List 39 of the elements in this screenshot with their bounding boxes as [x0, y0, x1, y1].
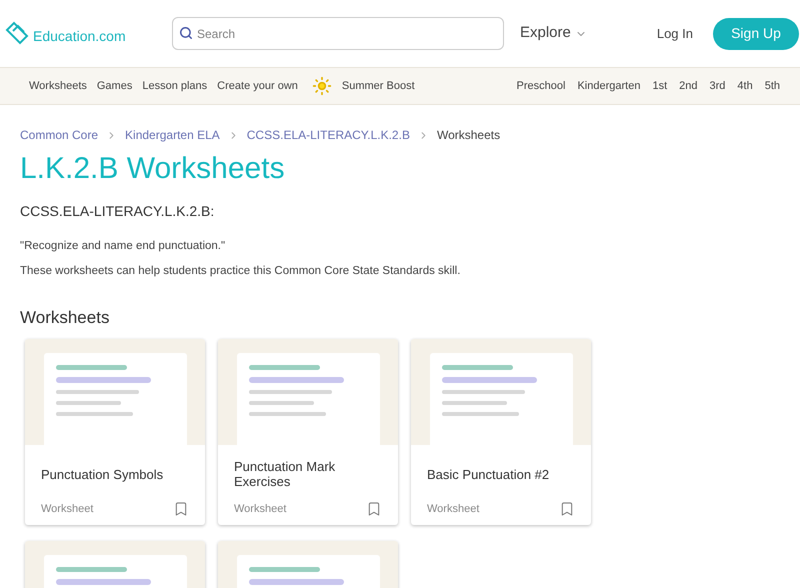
- breadcrumb-link[interactable]: CCSS.ELA-LITERACY.L.K.2.B: [246, 126, 410, 144]
- worksheet-type: Worksheet: [427, 502, 480, 516]
- search-icon: [179, 26, 193, 40]
- breadcrumb-link[interactable]: Common Core: [20, 126, 98, 144]
- nav-link[interactable]: Create your own: [217, 78, 298, 94]
- paperclip-logo-icon: [5, 20, 31, 46]
- worksheet-card[interactable]: Punctuation Mark Exercises Worksheet: [218, 339, 398, 525]
- page-title: L.K.2.B Worksheets: [20, 151, 286, 187]
- nav-link[interactable]: Summer Boost: [342, 78, 415, 94]
- grade-link[interactable]: 3rd: [710, 78, 726, 94]
- worksheet-type: Worksheet: [234, 502, 286, 516]
- bookmark-icon[interactable]: [366, 500, 382, 517]
- worksheet-title[interactable]: Punctuation Symbols: [41, 466, 164, 482]
- bookmark-icon[interactable]: [173, 500, 189, 517]
- description-text: These worksheets can help students practice this Common Core State Standards skill.: [20, 264, 462, 280]
- worksheet-title[interactable]: Basic Punctuation #2: [427, 466, 550, 482]
- section-title: Worksheets: [20, 306, 110, 328]
- worksheet-card[interactable]: Punctuation Symbols Worksheet: [25, 339, 205, 525]
- explore-menu[interactable]: Explore: [520, 22, 587, 45]
- nav-link[interactable]: Worksheets: [29, 78, 87, 94]
- breadcrumb-link[interactable]: Kindergarten ELA: [125, 126, 220, 144]
- grade-link[interactable]: 4th: [737, 78, 753, 94]
- grade-link[interactable]: 5th: [764, 78, 780, 94]
- worksheet-type: Worksheet: [41, 502, 94, 516]
- bookmark-icon[interactable]: [559, 500, 575, 517]
- worksheet-card[interactable]: Basic Punctuation #2 Worksheet: [411, 339, 591, 525]
- search-field[interactable]: Search: [172, 17, 504, 50]
- grade-link[interactable]: 1st: [652, 78, 668, 94]
- grade-link[interactable]: Preschool: [516, 78, 566, 94]
- grade-link[interactable]: Kindergarten: [577, 78, 640, 94]
- nav-link[interactable]: Lesson plans: [142, 78, 208, 94]
- standard-quote: "Recognize and name end punctuation.": [20, 239, 226, 254]
- sun-icon: [312, 76, 332, 96]
- nav-link[interactable]: Games: [96, 78, 132, 94]
- grade-link[interactable]: 2nd: [679, 78, 698, 94]
- standard-code: CCSS.ELA-LITERACY.L.K.2.B:: [20, 202, 216, 221]
- worksheet-title[interactable]: Punctuation Mark Exercises: [234, 459, 382, 489]
- current-page-label: Worksheets: [436, 127, 500, 144]
- login-link[interactable]: Log In: [656, 24, 693, 44]
